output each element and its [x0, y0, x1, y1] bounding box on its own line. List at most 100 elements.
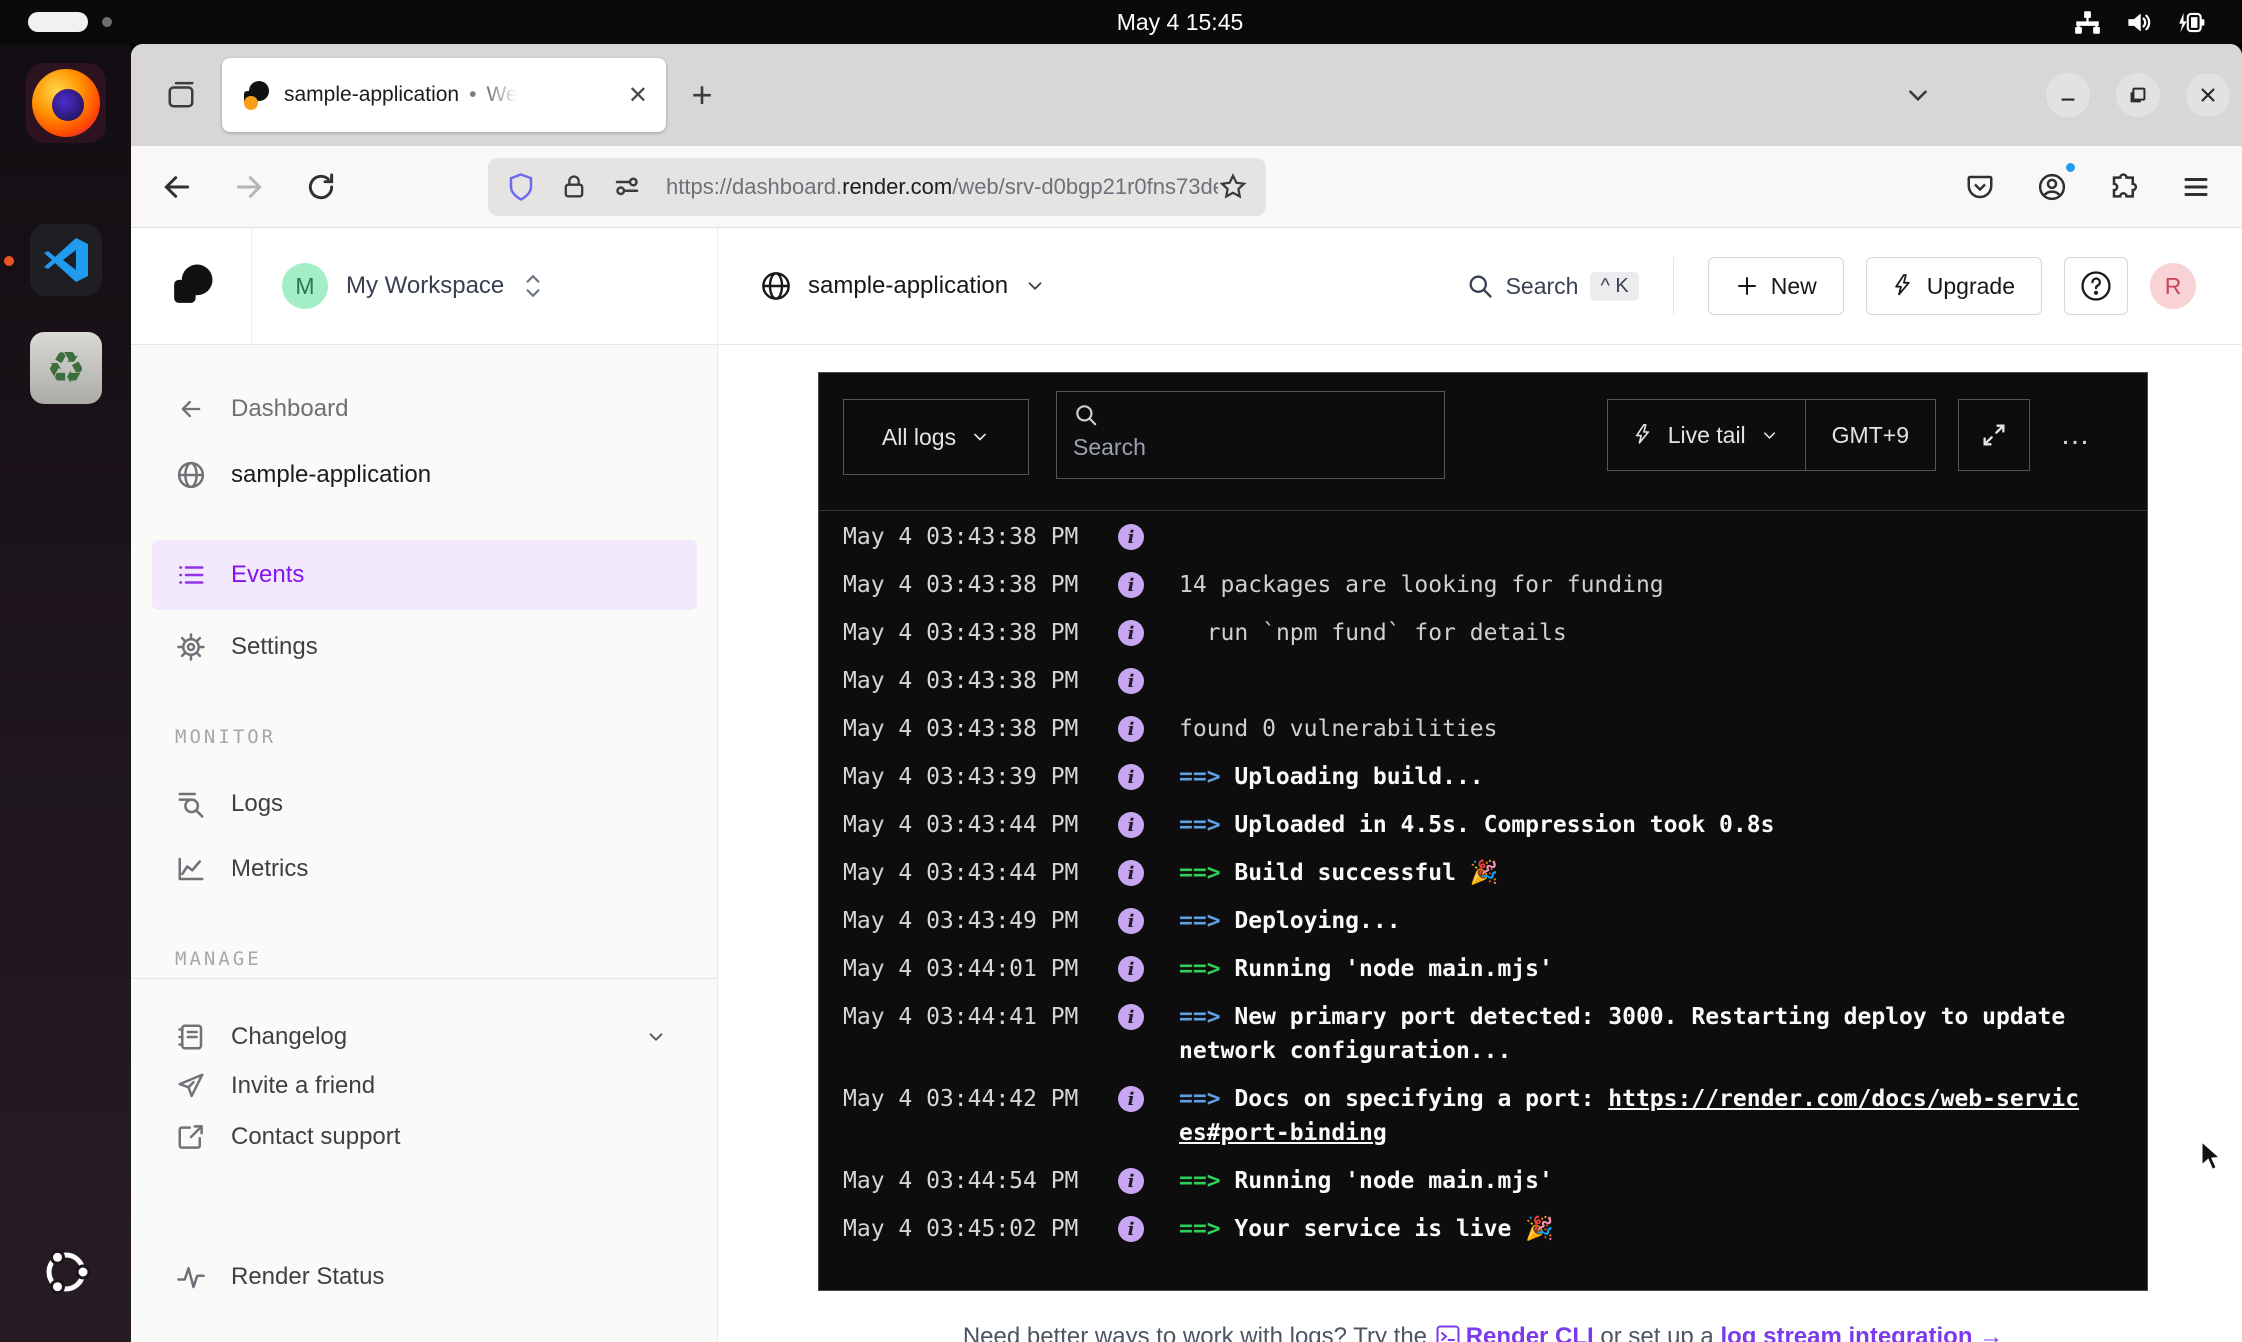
- log-timestamp: May 4 03:43:44 PM: [843, 856, 1083, 890]
- log-timestamp: May 4 03:43:38 PM: [843, 616, 1083, 650]
- info-level-icon: i: [1118, 524, 1144, 550]
- recycle-app-icon[interactable]: ♻: [30, 332, 102, 404]
- sidebar-back-dashboard[interactable]: Dashboard: [131, 386, 717, 432]
- info-level-icon: i: [1118, 1004, 1144, 1030]
- info-level-icon: i: [1118, 572, 1144, 598]
- log-search-input[interactable]: Search: [1056, 391, 1445, 479]
- close-window-button[interactable]: [2186, 73, 2230, 117]
- system-tray[interactable]: [2074, 0, 2206, 44]
- log-message: ==> Uploaded in 4.5s. Compression took 0…: [1179, 808, 2079, 842]
- sidebar-item-contact[interactable]: Contact support: [131, 1114, 717, 1160]
- info-level-icon: i: [1118, 764, 1144, 790]
- log-message: ==> Build successful 🎉: [1179, 856, 2079, 890]
- settings-icon: [175, 632, 207, 662]
- workspace-dot-indicator[interactable]: [102, 17, 112, 27]
- battery-charging-icon: [2176, 9, 2206, 36]
- log-row: May 4 03:43:39 PMi==> Uploading build...: [843, 753, 2123, 801]
- account-icon[interactable]: [2030, 165, 2074, 209]
- bookmark-star-icon[interactable]: [1218, 172, 1248, 202]
- render-logo[interactable]: [131, 228, 252, 344]
- forward-icon[interactable]: [227, 165, 271, 209]
- sidebar-item-events[interactable]: Events: [152, 540, 697, 610]
- log-stream-link[interactable]: log stream integration →: [1720, 1323, 2003, 1342]
- browser-tab[interactable]: sample-application•We ✕: [222, 58, 666, 132]
- sidebar-item-settings[interactable]: Settings: [131, 624, 717, 670]
- extensions-icon[interactable]: [2102, 165, 2146, 209]
- tab-close-icon[interactable]: ✕: [628, 81, 648, 110]
- log-message: ==> Docs on specifying a port: https://r…: [1179, 1082, 2079, 1150]
- log-filter-dropdown[interactable]: All logs: [843, 399, 1029, 475]
- info-level-icon: i: [1118, 620, 1144, 646]
- workspace-name: My Workspace: [346, 272, 504, 300]
- url-bar[interactable]: https://dashboard.render.com/web/srv-d0b…: [488, 158, 1266, 216]
- ubuntu-top-bar: May 4 15:45: [0, 0, 2242, 44]
- live-tail-button[interactable]: Live tail: [1608, 400, 1805, 470]
- global-search[interactable]: Search ^ K: [1466, 272, 1639, 301]
- maximize-button[interactable]: [2116, 73, 2160, 117]
- header-divider: [1673, 257, 1674, 315]
- log-message: ==> Uploading build...: [1179, 760, 2079, 794]
- lock-icon[interactable]: [560, 173, 588, 201]
- globe-icon: [760, 270, 792, 302]
- back-icon[interactable]: [155, 165, 199, 209]
- clock[interactable]: May 4 15:45: [1060, 0, 1300, 44]
- log-timestamp: May 4 03:44:01 PM: [843, 952, 1083, 986]
- more-options-button[interactable]: …: [2060, 399, 2093, 471]
- live-tail-group: Live tail GMT+9: [1607, 399, 1936, 471]
- permissions-icon[interactable]: [612, 172, 642, 202]
- timezone-button[interactable]: GMT+9: [1806, 400, 1935, 470]
- user-avatar[interactable]: R: [2150, 263, 2196, 309]
- reload-icon[interactable]: [299, 165, 343, 209]
- pocket-icon[interactable]: [1958, 165, 2002, 209]
- log-timestamp: May 4 03:43:49 PM: [843, 904, 1083, 938]
- log-message: ==> New primary port detected: 3000. Res…: [1179, 1000, 2079, 1068]
- new-tab-button[interactable]: +: [680, 73, 724, 117]
- firefox-icon[interactable]: [26, 63, 106, 143]
- log-row: May 4 03:43:38 PMi14 packages are lookin…: [843, 561, 2123, 609]
- log-arrow: ==>: [1179, 1086, 1234, 1112]
- vscode-icon[interactable]: [30, 224, 102, 296]
- firefox-view-icon[interactable]: [159, 73, 203, 117]
- log-timestamp: May 4 03:44:41 PM: [843, 1000, 1083, 1068]
- log-row: May 4 03:43:38 PMi: [843, 657, 2123, 705]
- upgrade-button[interactable]: Upgrade: [1866, 257, 2042, 315]
- log-arrow: ==>: [1179, 1216, 1234, 1242]
- manage-section-label: MANAGE: [131, 948, 717, 970]
- ubuntu-logo-icon[interactable]: [26, 1244, 106, 1300]
- search-placeholder: Search: [1073, 434, 1428, 461]
- info-level-icon: i: [1118, 668, 1144, 694]
- log-row: May 4 03:43:44 PMi==> Uploaded in 4.5s. …: [843, 801, 2123, 849]
- question-icon: [2079, 269, 2113, 303]
- sidebar-item-metrics[interactable]: Metrics: [131, 846, 717, 892]
- log-message: [1179, 664, 2079, 698]
- render-cli-link[interactable]: Render CLI: [1466, 1323, 1594, 1342]
- minimize-button[interactable]: [2046, 73, 2090, 117]
- expand-logs-button[interactable]: [1958, 399, 2030, 471]
- shield-icon[interactable]: [506, 172, 536, 202]
- log-row: May 4 03:43:38 PMifound 0 vulnerabilitie…: [843, 705, 2123, 753]
- log-row: May 4 03:44:01 PMi==> Running 'node main…: [843, 945, 2123, 993]
- sidebar: Dashboard sample-application Events Setting…: [131, 345, 718, 1342]
- help-button[interactable]: [2064, 257, 2128, 315]
- list-tabs-chevron-icon[interactable]: [1896, 73, 1940, 117]
- sidebar-item-changelog[interactable]: Changelog: [131, 1014, 717, 1060]
- sidebar-service-name[interactable]: sample-application: [131, 452, 717, 498]
- terminal-icon: [1436, 1325, 1460, 1342]
- log-message: ==> Running 'node main.mjs': [1179, 952, 2079, 986]
- menu-hamburger-icon[interactable]: [2174, 165, 2218, 209]
- url-text[interactable]: https://dashboard.render.com/web/srv-d0b…: [666, 174, 1218, 200]
- workspace-selector[interactable]: M My Workspace: [252, 228, 718, 344]
- sidebar-item-logs[interactable]: Logs: [131, 781, 717, 827]
- workspace-pill-indicator[interactable]: [28, 12, 88, 32]
- log-timestamp: May 4 03:43:44 PM: [843, 808, 1083, 842]
- log-row: May 4 03:44:41 PM i ==> New primary port d…: [843, 993, 2123, 1075]
- bolt-icon: [1893, 273, 1915, 299]
- info-level-icon: i: [1118, 1086, 1144, 1112]
- sidebar-item-render-status[interactable]: Render Status: [131, 1254, 717, 1300]
- monitor-section-label: MONITOR: [131, 726, 717, 748]
- new-button[interactable]: New: [1708, 257, 1844, 315]
- project-selector[interactable]: sample-application: [718, 228, 1046, 344]
- metrics-icon: [175, 854, 207, 884]
- tab-strip: sample-application•We ✕ +: [131, 44, 2242, 146]
- sidebar-item-invite[interactable]: Invite a friend: [131, 1063, 717, 1109]
